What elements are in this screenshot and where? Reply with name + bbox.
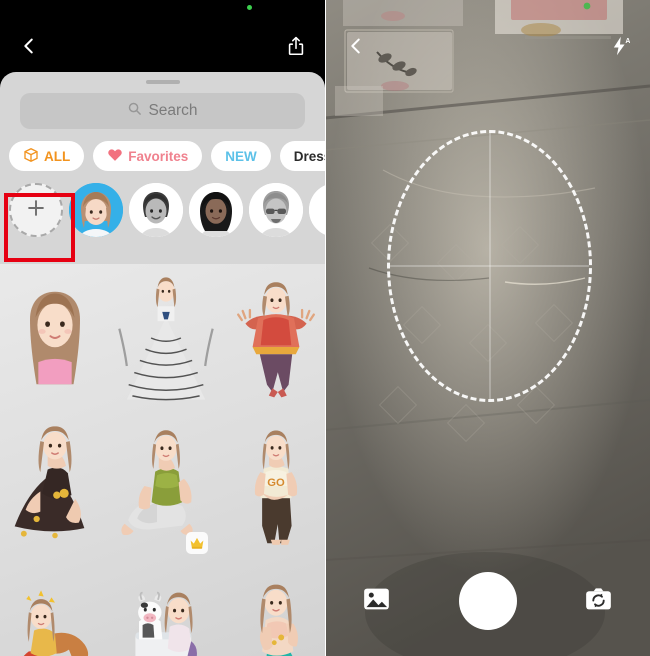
crown-icon bbox=[190, 537, 204, 549]
drag-handle[interactable] bbox=[145, 80, 180, 84]
privacy-indicator-dot bbox=[247, 5, 252, 10]
avatar-female-2[interactable] bbox=[189, 183, 243, 237]
chip-all-label: ALL bbox=[44, 148, 71, 164]
search-input[interactable]: Search bbox=[20, 93, 305, 129]
chevron-left-icon[interactable] bbox=[18, 33, 40, 64]
sticker-portrait-pink-top[interactable] bbox=[0, 264, 110, 412]
sticker-striped-gown[interactable] bbox=[110, 264, 222, 412]
avatar-partial[interactable] bbox=[309, 183, 325, 237]
panel-divider bbox=[325, 0, 326, 656]
chip-all[interactable]: ALL bbox=[9, 141, 85, 171]
sticker-sheet: Search ALL Favorites NEW Dres GO bbox=[0, 72, 325, 656]
chevron-left-icon[interactable] bbox=[345, 33, 367, 64]
sticker-go-tshirt-standing[interactable]: GO bbox=[222, 412, 325, 560]
dice-icon bbox=[23, 147, 39, 166]
share-icon[interactable] bbox=[285, 33, 307, 64]
avatar-row[interactable] bbox=[0, 181, 325, 239]
sticker-red-robe-jump[interactable] bbox=[222, 264, 325, 412]
app-screenshot: Search ALL Favorites NEW Dres GO A bbox=[0, 0, 650, 656]
shutter-button[interactable] bbox=[458, 572, 517, 630]
photo-library-icon[interactable] bbox=[363, 587, 390, 616]
add-avatar-button[interactable] bbox=[9, 183, 63, 237]
sticker-dog-costume[interactable] bbox=[0, 560, 110, 656]
sticker-green-top-sitting[interactable] bbox=[110, 412, 222, 560]
chip-favorites[interactable]: Favorites bbox=[93, 141, 203, 171]
picker-nav-bar bbox=[0, 24, 325, 72]
crosshair-horizontal bbox=[390, 265, 589, 267]
sticker-mermaid[interactable] bbox=[222, 560, 325, 656]
sticker-cow-bath[interactable] bbox=[110, 560, 222, 656]
category-chip-row[interactable]: ALL Favorites NEW Dress H bbox=[0, 141, 325, 171]
camera-flip-icon[interactable] bbox=[585, 587, 612, 616]
avatar-female-1[interactable] bbox=[69, 183, 123, 237]
chip-dress-label: Dress bbox=[293, 148, 325, 164]
flash-mode-label: A bbox=[625, 37, 630, 44]
camera-controls bbox=[325, 568, 650, 634]
face-alignment-oval bbox=[387, 130, 592, 402]
chip-new[interactable]: NEW bbox=[211, 141, 271, 171]
sticker-grid[interactable]: GO bbox=[0, 264, 325, 656]
chip-dress[interactable]: Dress bbox=[279, 141, 325, 171]
chip-new-label: NEW bbox=[225, 148, 257, 164]
camera-nav-bar: A bbox=[325, 28, 650, 68]
sticker-black-dress-sitting[interactable] bbox=[0, 412, 110, 560]
chip-favorites-label: Favorites bbox=[128, 148, 189, 164]
heart-icon bbox=[107, 147, 123, 166]
search-icon bbox=[127, 101, 142, 121]
flash-auto-icon[interactable]: A bbox=[610, 34, 630, 63]
camera-panel: A bbox=[325, 0, 650, 656]
premium-crown-badge bbox=[186, 532, 208, 554]
avatar-male-1[interactable] bbox=[129, 183, 183, 237]
plus-icon bbox=[25, 197, 47, 224]
avatar-male-2[interactable] bbox=[249, 183, 303, 237]
svg-text:GO: GO bbox=[267, 477, 285, 489]
sticker-picker-panel: Search ALL Favorites NEW Dres GO bbox=[0, 0, 325, 656]
search-placeholder: Search bbox=[148, 102, 198, 119]
